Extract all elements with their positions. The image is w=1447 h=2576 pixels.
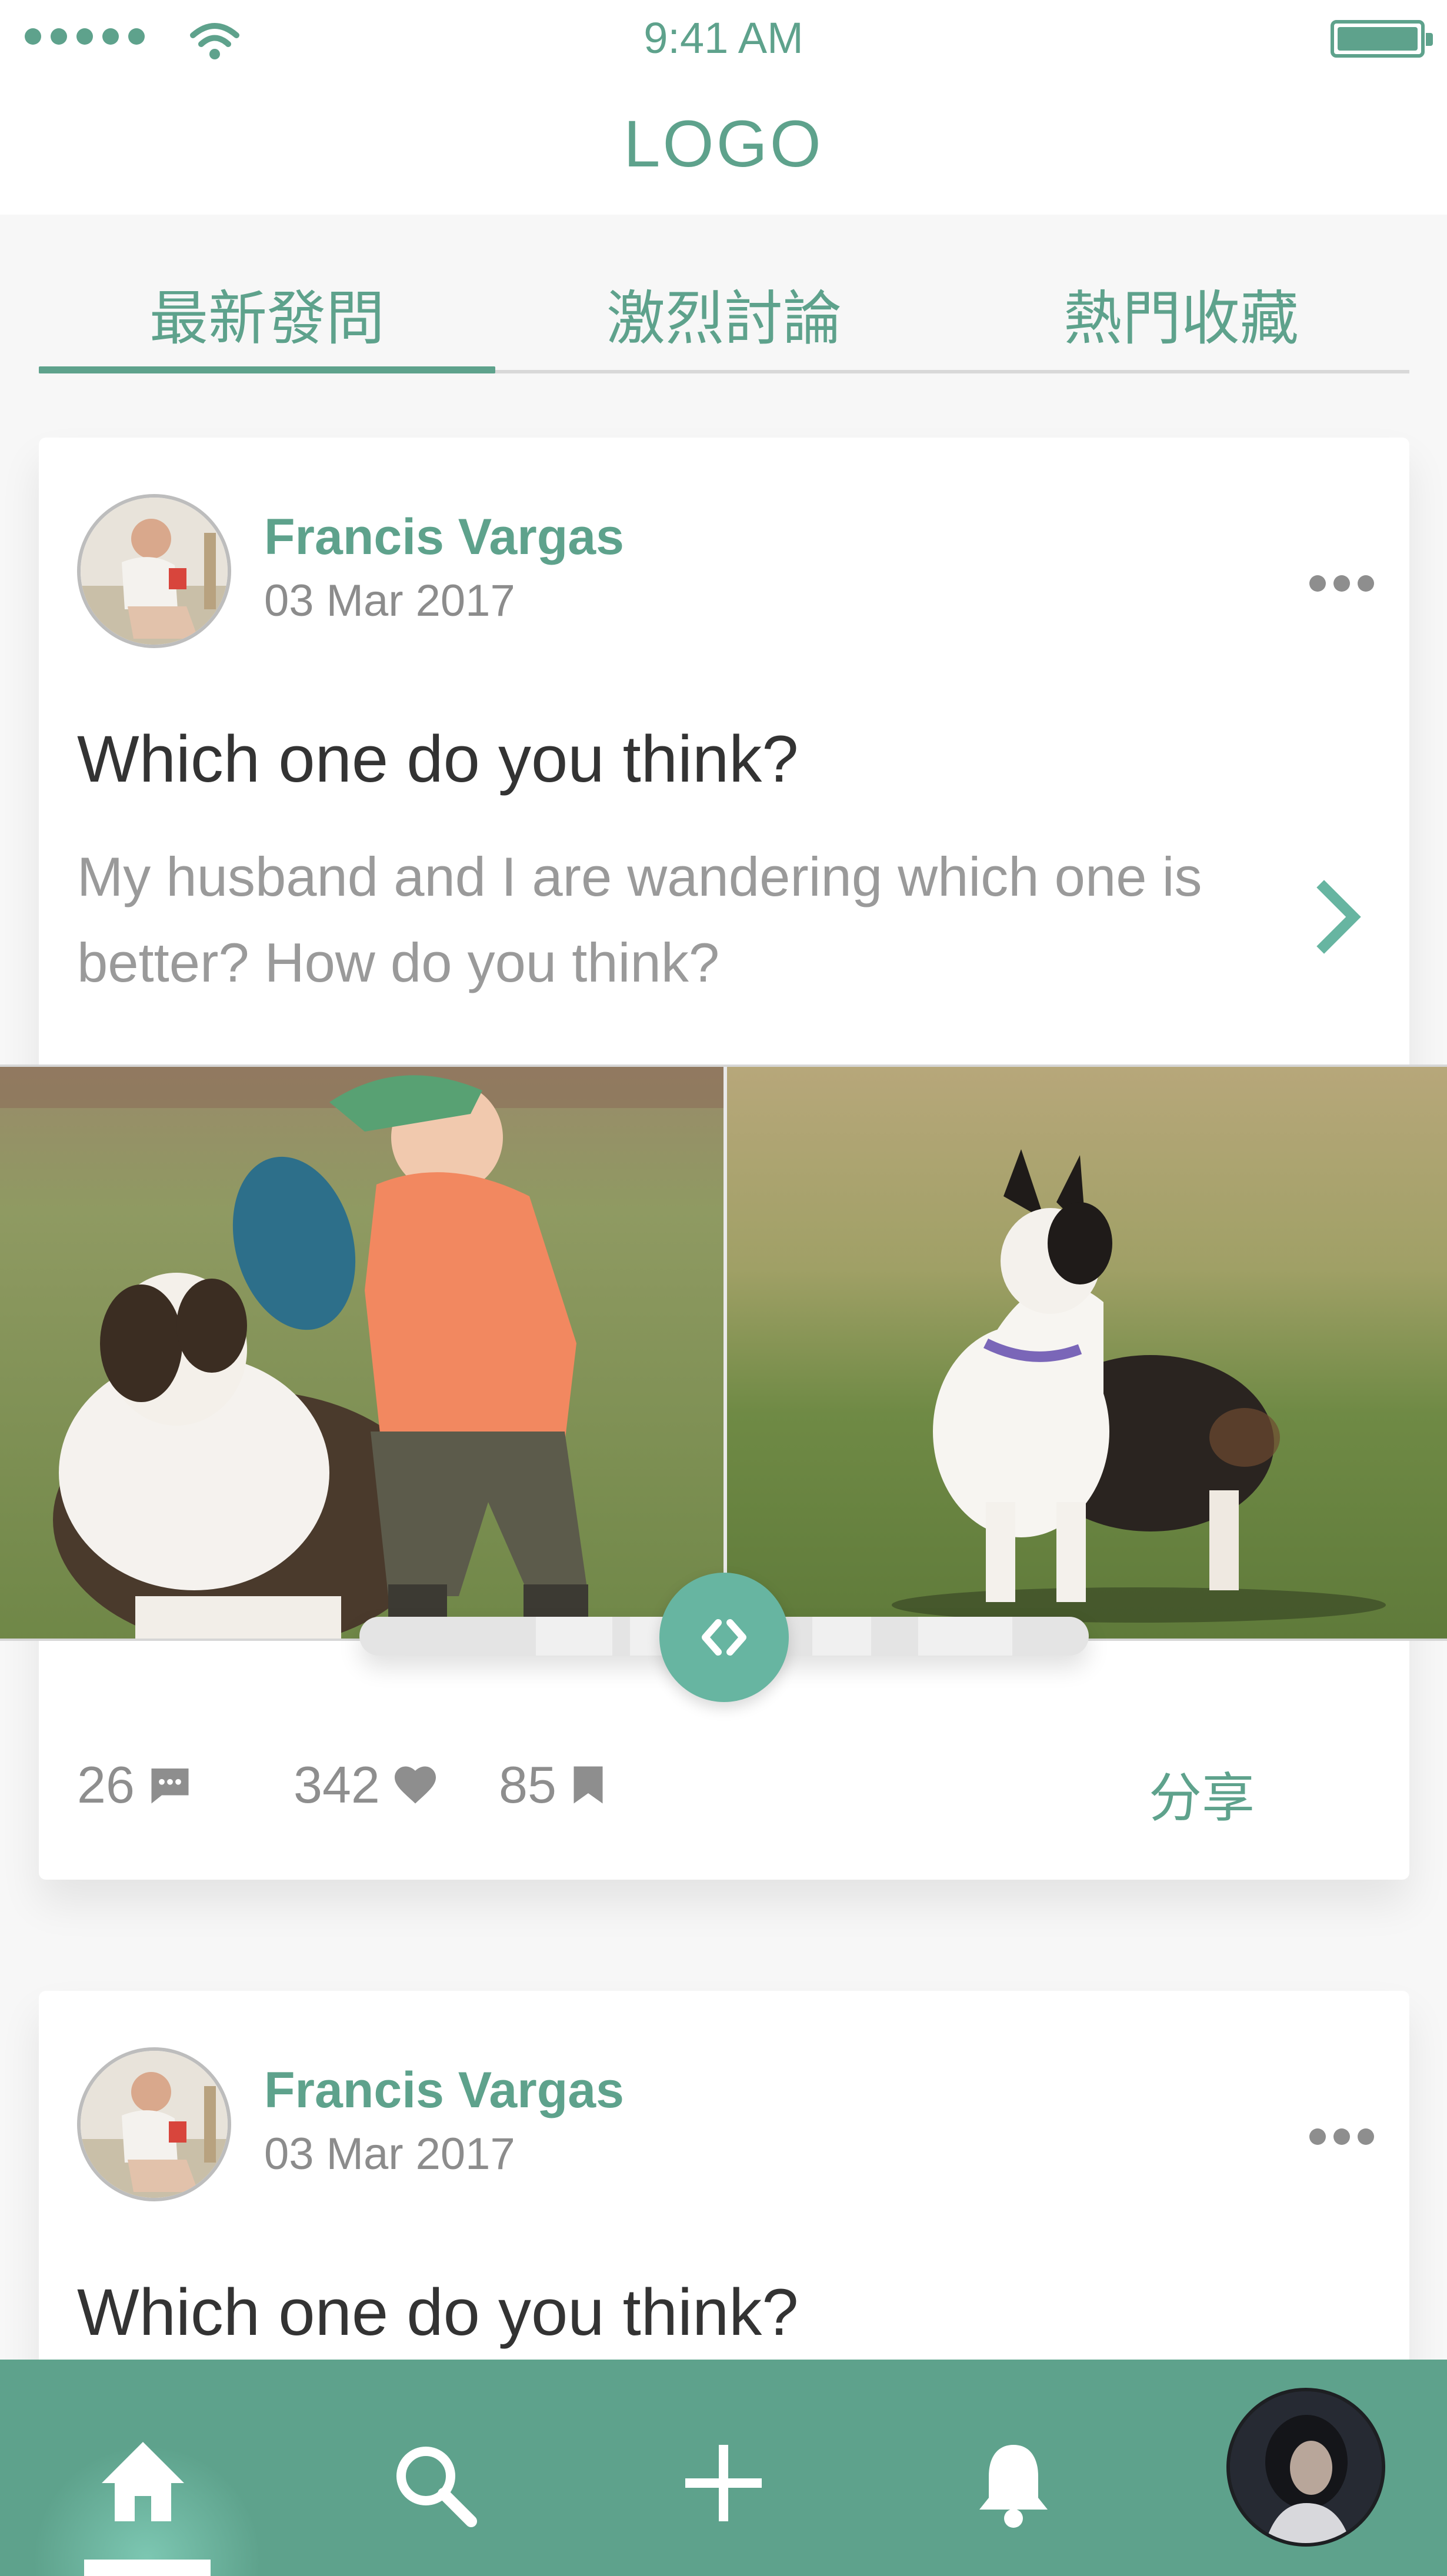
comment-count[interactable]: 26	[77, 1755, 195, 1815]
post-date: 03 Mar 2017	[264, 2129, 515, 2179]
comparison-slider-handle[interactable]	[659, 1573, 789, 1702]
comparison-images[interactable]	[0, 1065, 1447, 1641]
bookmark-count-value: 85	[499, 1756, 556, 1814]
home-icon[interactable]	[84, 2424, 202, 2542]
like-count-value: 342	[294, 1756, 380, 1814]
post-title: Which one do you think?	[77, 722, 799, 796]
app-screen: 9:41 AM LOGO 最新發問 激烈討論 熱門收藏 Francis Varg…	[0, 0, 1447, 2576]
post-description: My husband and I are wandering which one…	[77, 846, 1202, 993]
active-tab-indicator	[39, 366, 495, 373]
author-name[interactable]: Francis Vargas	[264, 508, 624, 566]
active-nav-indicator	[84, 2560, 211, 2576]
post-card[interactable]: Francis Vargas 03 Mar 2017 Which one do …	[0, 438, 1447, 1880]
more-options-icon[interactable]	[1309, 2125, 1374, 2148]
author-avatar[interactable]	[77, 494, 231, 648]
heart-icon	[394, 1766, 436, 1804]
tab-popular-saves[interactable]: 熱門收藏	[953, 271, 1409, 356]
drag-arrows-icon	[702, 1619, 746, 1656]
bookmark-count[interactable]: 85	[499, 1755, 609, 1815]
option-a-photo[interactable]	[0, 1067, 724, 1641]
post-date: 03 Mar 2017	[264, 576, 515, 626]
battery-icon	[1331, 20, 1433, 58]
like-count[interactable]: 342	[294, 1755, 440, 1815]
comment-icon	[151, 1769, 189, 1804]
plus-icon[interactable]	[665, 2424, 782, 2542]
search-icon[interactable]	[374, 2424, 492, 2542]
tab-latest-questions[interactable]: 最新發問	[39, 271, 495, 356]
tab-bar: 最新發問 激烈討論 熱門收藏	[39, 253, 1409, 373]
comment-count-value: 26	[77, 1756, 135, 1814]
status-bar: 9:41 AM	[0, 0, 1447, 82]
app-header: LOGO	[0, 82, 1447, 215]
share-button[interactable]: 分享	[1149, 1755, 1255, 1831]
bookmark-icon	[574, 1766, 603, 1804]
bell-icon[interactable]	[955, 2424, 1072, 2542]
author-name[interactable]: Francis Vargas	[264, 2061, 624, 2120]
bottom-navigation	[0, 2360, 1447, 2576]
author-avatar[interactable]	[77, 2047, 231, 2201]
tab-hot-discussions[interactable]: 激烈討論	[496, 271, 952, 356]
chevron-right-icon[interactable]	[1306, 873, 1371, 961]
app-logo: LOGO	[624, 107, 823, 181]
post-title: Which one do you think?	[77, 2275, 799, 2349]
option-b-photo[interactable]	[727, 1067, 1447, 1641]
more-options-icon[interactable]	[1309, 572, 1374, 595]
post-card[interactable]: Francis Vargas 03 Mar 2017 Which one do …	[39, 1991, 1409, 2403]
profile-avatar[interactable]	[1226, 2388, 1385, 2547]
status-time: 9:41 AM	[644, 14, 803, 62]
